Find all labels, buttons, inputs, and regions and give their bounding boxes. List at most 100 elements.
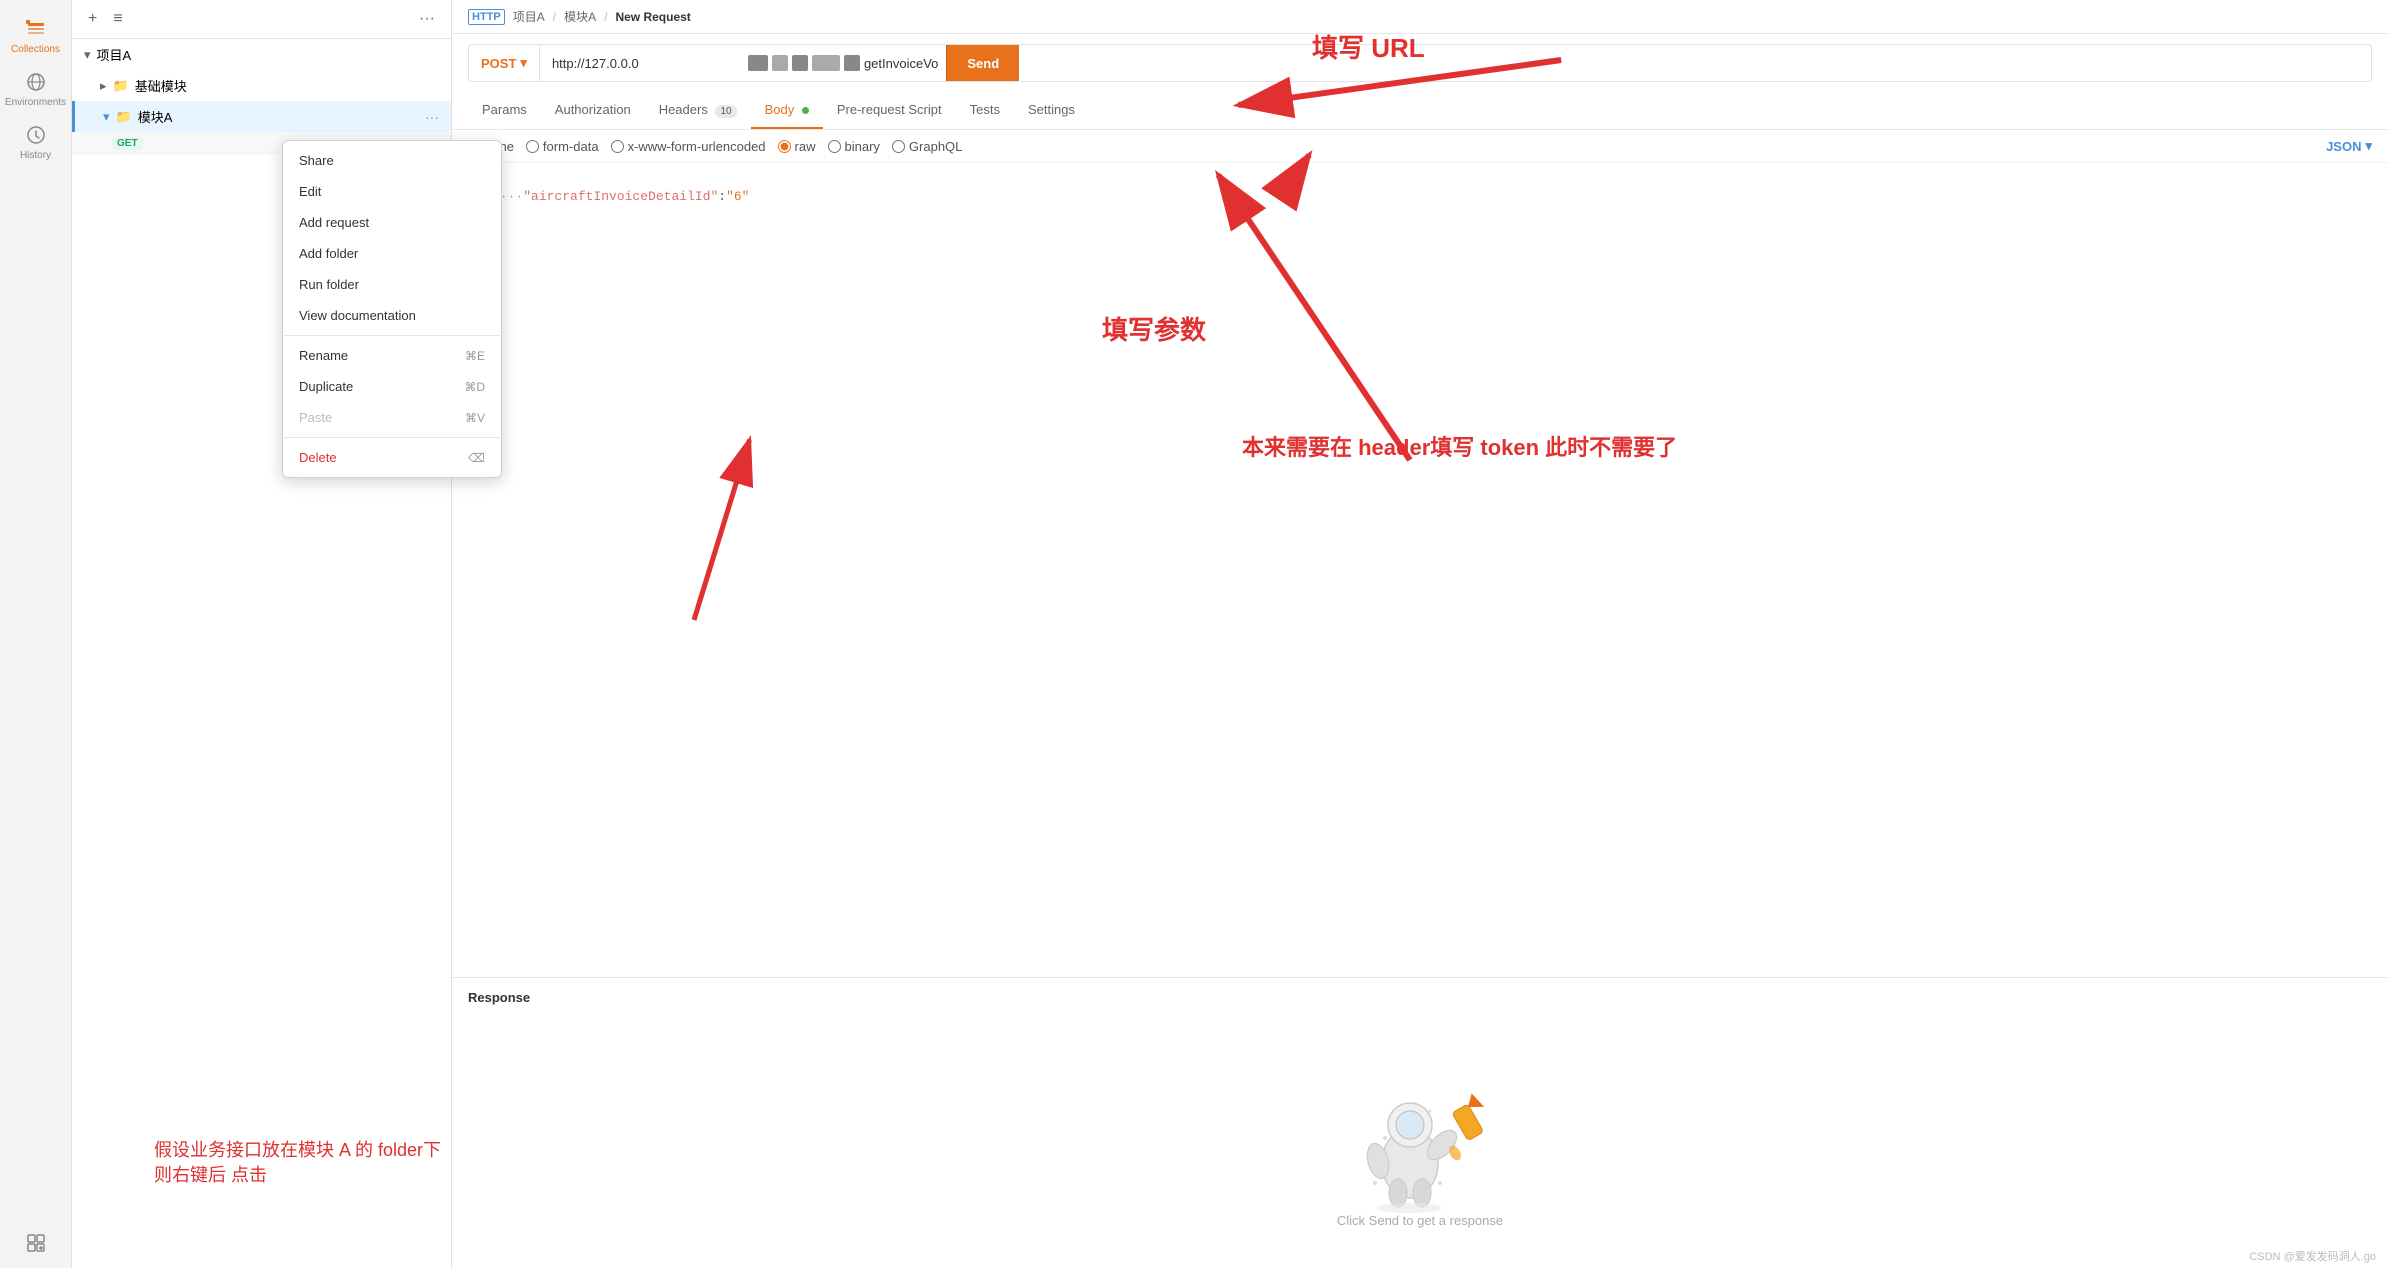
collections-icon bbox=[25, 18, 47, 40]
workspaces-icon bbox=[25, 1232, 47, 1254]
url-input[interactable] bbox=[540, 56, 740, 71]
menu-rename-shortcut: ⌘E bbox=[465, 349, 485, 363]
tabs-bar: Params Authorization Headers 10 Body Pre… bbox=[452, 92, 2388, 130]
json-format-label: JSON bbox=[2326, 139, 2361, 154]
astronaut-illustration bbox=[1330, 1053, 1510, 1213]
radio-graphql[interactable]: GraphQL bbox=[892, 139, 962, 154]
tab-settings[interactable]: Settings bbox=[1014, 92, 1089, 129]
annotation-folder-note: 假设业务接口放在模块 A 的 folder下 则右键后 点击 bbox=[154, 1138, 441, 1188]
json-format-select[interactable]: JSON ▾ bbox=[2326, 138, 2372, 154]
main-content: HTTP 项目A / 模块A / New Request POST ▾ getI… bbox=[452, 0, 2388, 1268]
response-label: Response bbox=[468, 990, 530, 1005]
environments-label: Environments bbox=[5, 97, 66, 108]
radio-binary[interactable]: binary bbox=[828, 139, 880, 154]
code-content-3: } bbox=[492, 206, 2388, 221]
empty-response: Click Send to get a response bbox=[452, 1013, 2388, 1268]
tab-body[interactable]: Body bbox=[751, 92, 823, 129]
sidebar-item-collections[interactable]: Collections bbox=[0, 8, 72, 61]
annotation-folder-line1: 假设业务接口放在模块 A 的 folder下 bbox=[154, 1140, 441, 1160]
menu-item-run-folder[interactable]: Run folder bbox=[283, 269, 501, 300]
history-icon bbox=[25, 124, 47, 146]
menu-delete-label: Delete bbox=[299, 450, 337, 465]
url-block-3 bbox=[792, 55, 808, 71]
menu-divider-2 bbox=[283, 437, 501, 438]
response-section: Response bbox=[452, 977, 2388, 1013]
radio-raw[interactable]: raw bbox=[778, 139, 816, 154]
url-block-2 bbox=[772, 55, 788, 71]
menu-run-folder-label: Run folder bbox=[299, 277, 359, 292]
url-block-5 bbox=[844, 55, 860, 71]
tab-params[interactable]: Params bbox=[468, 92, 541, 129]
code-content-2: ····"aircraftInvoiceDetailId":"6" bbox=[492, 189, 2388, 204]
breadcrumb-project: 项目A bbox=[513, 8, 545, 25]
menu-item-share[interactable]: Share bbox=[283, 145, 501, 176]
menu-item-edit[interactable]: Edit bbox=[283, 176, 501, 207]
get-method-badge: GET bbox=[112, 137, 143, 150]
breadcrumb-module: 模块A bbox=[564, 8, 596, 25]
sidebar-item-history[interactable]: History bbox=[0, 114, 72, 167]
menu-duplicate-shortcut: ⌘D bbox=[464, 380, 485, 394]
collections-more-button[interactable]: ··· bbox=[415, 8, 439, 30]
code-line-3: 3 } bbox=[452, 205, 2388, 222]
url-suffix: getInvoiceVo bbox=[864, 56, 938, 71]
list-view-button[interactable]: ≡ bbox=[109, 8, 126, 30]
folder-jichu-label: 基础模块 bbox=[135, 76, 187, 95]
url-extras: getInvoiceVo bbox=[740, 55, 946, 71]
menu-item-rename[interactable]: Rename ⌘E bbox=[283, 340, 501, 371]
folder-icon: 📁 bbox=[113, 78, 129, 94]
menu-item-duplicate[interactable]: Duplicate ⌘D bbox=[283, 371, 501, 402]
menu-add-request-label: Add request bbox=[299, 215, 369, 230]
project-label: 项目A bbox=[97, 45, 132, 64]
menu-edit-label: Edit bbox=[299, 184, 321, 199]
breadcrumb-sep-2: / bbox=[604, 10, 607, 24]
folder-mokuai-a-label: 模块A bbox=[138, 107, 419, 126]
tab-tests[interactable]: Tests bbox=[956, 92, 1014, 129]
method-dropdown-icon: ▾ bbox=[520, 55, 527, 71]
send-button[interactable]: Send bbox=[946, 45, 1019, 81]
environments-icon bbox=[25, 71, 47, 93]
radio-urlencoded[interactable]: x-www-form-urlencoded bbox=[611, 139, 766, 154]
menu-view-docs-label: View documentation bbox=[299, 308, 416, 323]
collections-tree: ▾ 项目A ▸ 📁 基础模块 ▾ 📁 模块A ··· GET bbox=[72, 39, 451, 155]
method-label: POST bbox=[481, 56, 516, 71]
history-label: History bbox=[20, 150, 51, 161]
folder-item-mokuai-a[interactable]: ▾ 📁 模块A ··· bbox=[72, 101, 451, 132]
code-content-1: { bbox=[492, 172, 2388, 187]
menu-duplicate-label: Duplicate bbox=[299, 379, 353, 394]
menu-divider-1 bbox=[283, 335, 501, 336]
url-block-4 bbox=[812, 55, 840, 71]
breadcrumb-request: New Request bbox=[615, 10, 690, 24]
folder-icon-2: 📁 bbox=[116, 109, 132, 125]
menu-add-folder-label: Add folder bbox=[299, 246, 358, 261]
chevron-right-icon: ▸ bbox=[100, 78, 107, 94]
code-line-2: 2 ····"aircraftInvoiceDetailId":"6" bbox=[452, 188, 2388, 205]
menu-item-delete[interactable]: Delete ⌫ bbox=[283, 442, 501, 473]
folder-more-icon[interactable]: ··· bbox=[425, 109, 439, 125]
folder-item-jichu[interactable]: ▸ 📁 基础模块 bbox=[72, 70, 451, 101]
sidebar-item-workspaces[interactable] bbox=[0, 1222, 72, 1260]
breadcrumb-sep-1: / bbox=[553, 10, 556, 24]
tab-authorization[interactable]: Authorization bbox=[541, 92, 645, 129]
add-collection-button[interactable]: + bbox=[84, 8, 101, 30]
menu-item-add-folder[interactable]: Add folder bbox=[283, 238, 501, 269]
code-editor[interactable]: 1 { 2 ····"aircraftInvoiceDetailId":"6" … bbox=[452, 163, 2388, 977]
menu-share-label: Share bbox=[299, 153, 334, 168]
tab-headers[interactable]: Headers 10 bbox=[645, 92, 751, 129]
url-block-1 bbox=[748, 55, 768, 71]
menu-item-add-request[interactable]: Add request bbox=[283, 207, 501, 238]
menu-item-paste: Paste ⌘V bbox=[283, 402, 501, 433]
header-actions: + ≡ bbox=[84, 8, 127, 30]
chevron-down-icon: ▾ bbox=[84, 47, 91, 63]
menu-paste-shortcut: ⌘V bbox=[465, 411, 485, 425]
menu-item-view-docs[interactable]: View documentation bbox=[283, 300, 501, 331]
annotation-folder-line2: 则右键后 点击 bbox=[154, 1165, 267, 1185]
tab-pre-request[interactable]: Pre-request Script bbox=[823, 92, 956, 129]
url-bar: POST ▾ getInvoiceVo Send bbox=[468, 44, 2372, 82]
sidebar-item-environments[interactable]: Environments bbox=[0, 61, 72, 114]
body-options: none form-data x-www-form-urlencoded raw… bbox=[452, 130, 2388, 163]
method-select[interactable]: POST ▾ bbox=[469, 45, 540, 81]
code-line-1: 1 { bbox=[452, 171, 2388, 188]
request-breadcrumb: HTTP 项目A / 模块A / New Request bbox=[452, 0, 2388, 34]
radio-form-data[interactable]: form-data bbox=[526, 139, 599, 154]
project-item[interactable]: ▾ 项目A bbox=[72, 39, 451, 70]
